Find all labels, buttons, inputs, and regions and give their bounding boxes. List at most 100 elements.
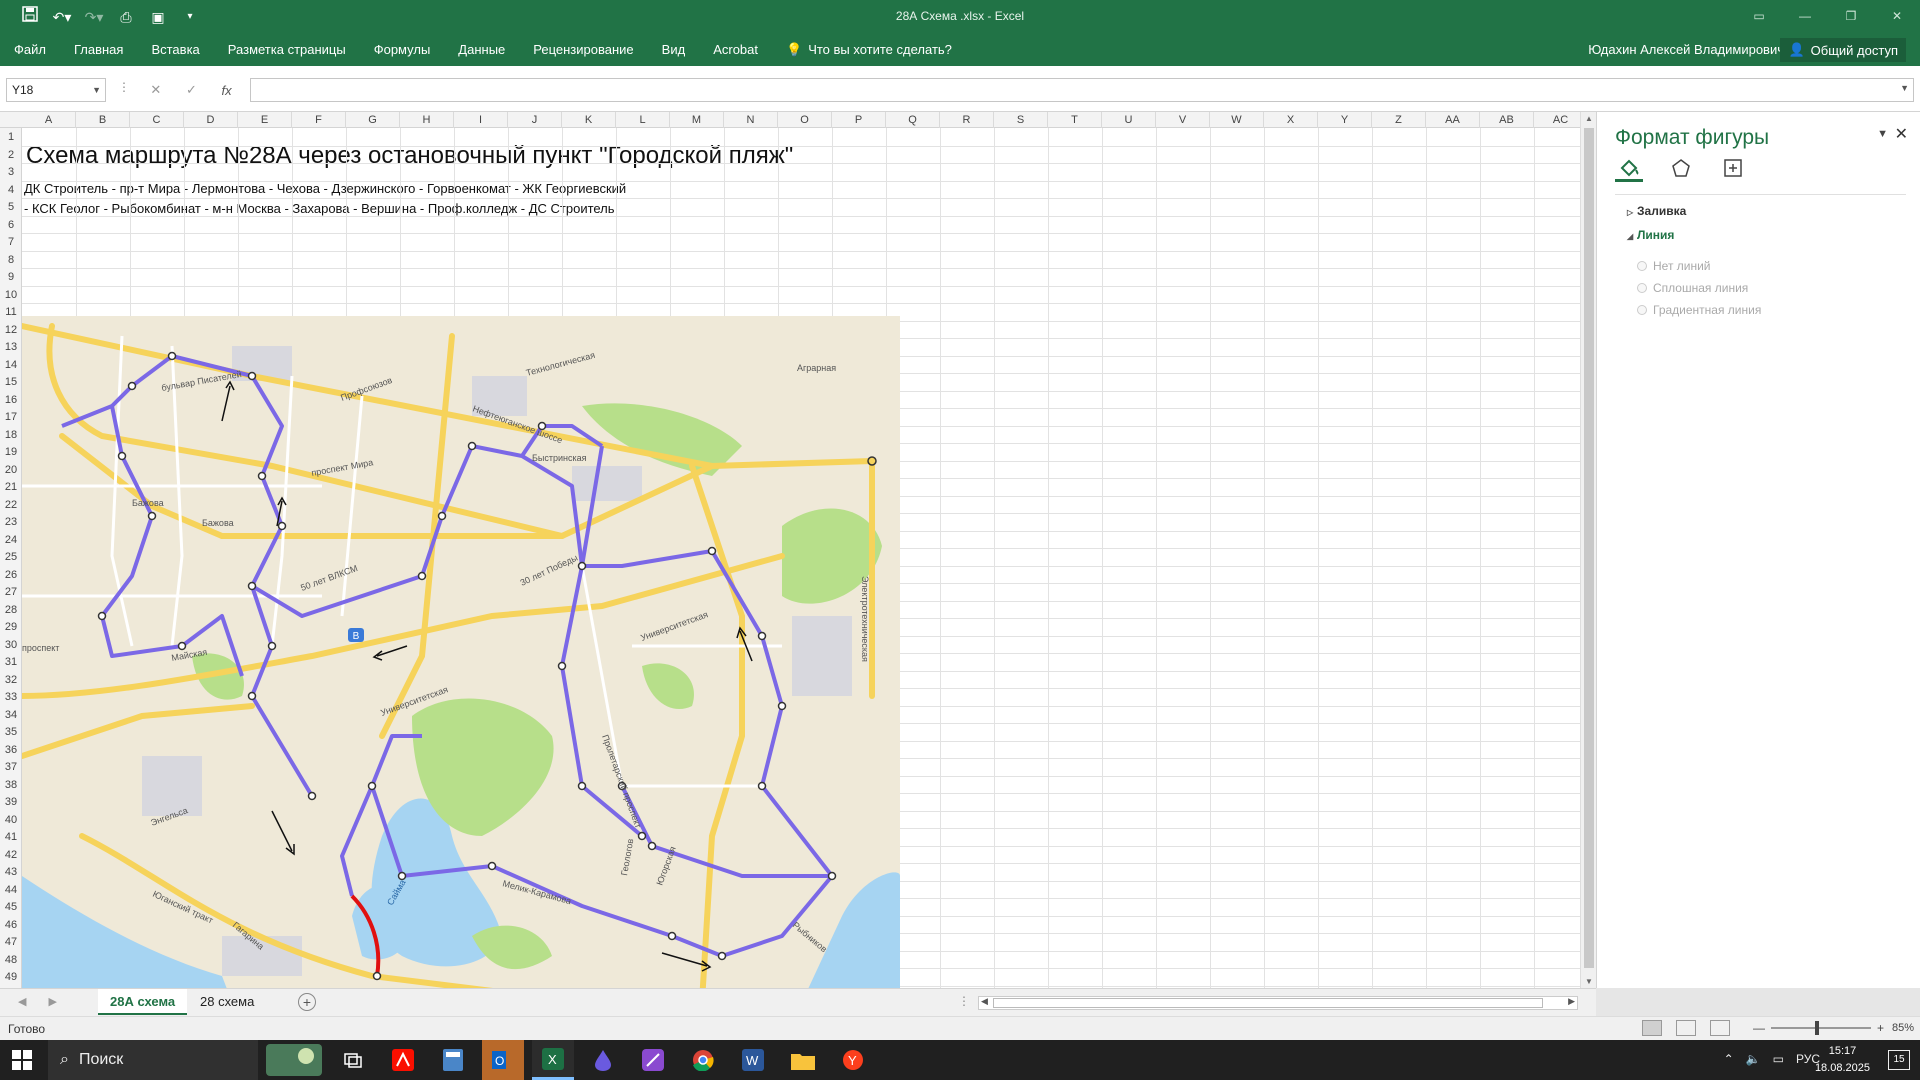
effects-icon[interactable] (1667, 154, 1695, 182)
column-header[interactable]: H (400, 112, 454, 128)
row-header[interactable]: 6 (0, 219, 22, 231)
column-header[interactable]: A (22, 112, 76, 128)
column-header[interactable]: O (778, 112, 832, 128)
user-name[interactable]: Юдахин Алексей Владимирович (1588, 34, 1784, 66)
volume-icon[interactable]: 🔈 (1746, 1052, 1761, 1066)
chevron-up-icon[interactable]: ⌃ (1724, 1052, 1734, 1066)
zoom-slider[interactable] (1770, 1021, 1871, 1035)
row-header[interactable]: 25 (0, 551, 22, 563)
column-header[interactable]: B (76, 112, 130, 128)
row-header[interactable]: 33 (0, 691, 22, 703)
pane-options-icon[interactable]: ▼ (1877, 128, 1888, 140)
row-header[interactable]: 44 (0, 884, 22, 896)
row-header[interactable]: 35 (0, 726, 22, 738)
horizontal-scrollbar[interactable]: ◀ ▶ (978, 996, 1578, 1010)
column-header[interactable]: K (562, 112, 616, 128)
column-header[interactable]: D (184, 112, 238, 128)
excel-app-icon[interactable]: X (532, 1040, 574, 1080)
fill-line-icon[interactable] (1615, 154, 1643, 182)
maximize-icon[interactable]: ❐ (1828, 0, 1874, 32)
row-header[interactable]: 11 (0, 306, 22, 318)
taskbar-clock[interactable]: 15:17 18.08.2025 (1815, 1043, 1870, 1077)
column-header[interactable]: U (1102, 112, 1156, 128)
row-header[interactable]: 34 (0, 709, 22, 721)
add-sheet-icon[interactable]: + (298, 993, 316, 1011)
column-header[interactable]: Y (1318, 112, 1372, 128)
insert-function-icon[interactable]: fx (222, 83, 232, 98)
section-line[interactable]: ◢ Линия (1627, 228, 1674, 242)
size-properties-icon[interactable] (1719, 154, 1747, 182)
minimize-icon[interactable]: — (1782, 0, 1828, 32)
cell-a2-route-part1[interactable]: ДК Строитель - пр-т Мира - Лермонтова - … (24, 181, 626, 196)
scroll-thumb[interactable] (1584, 128, 1594, 968)
row-header[interactable]: 22 (0, 499, 22, 511)
tab-formulas[interactable]: Формулы (360, 34, 445, 66)
option-no-line[interactable]: Нет линий (1637, 259, 1711, 273)
outlook-icon[interactable]: O (482, 1040, 524, 1080)
zoom-out-icon[interactable]: — (1753, 1021, 1765, 1035)
share-button[interactable]: 👤 Общий доступ (1780, 38, 1906, 62)
radio-gradient-line[interactable] (1637, 305, 1647, 315)
scroll-left-icon[interactable]: ◀ (981, 996, 988, 1007)
yandex-browser-icon[interactable]: Y (832, 1040, 874, 1080)
row-header[interactable]: 45 (0, 901, 22, 913)
column-header[interactable]: N (724, 112, 778, 128)
row-header[interactable]: 8 (0, 254, 22, 266)
ribbon-display-icon[interactable]: ▭ (1736, 0, 1782, 32)
column-header[interactable]: V (1156, 112, 1210, 128)
splitter-handle-icon[interactable]: ⋮ (958, 994, 970, 1008)
column-header[interactable]: X (1264, 112, 1318, 128)
tab-insert[interactable]: Вставка (137, 34, 213, 66)
row-header[interactable]: 2 (0, 149, 22, 161)
cancel-icon[interactable]: ✕ (150, 82, 161, 98)
column-header[interactable]: Z (1372, 112, 1426, 128)
row-header[interactable]: 38 (0, 779, 22, 791)
tab-data[interactable]: Данные (444, 34, 519, 66)
column-header[interactable]: AB (1480, 112, 1534, 128)
row-header[interactable]: 31 (0, 656, 22, 668)
row-header[interactable]: 46 (0, 919, 22, 931)
page-break-view-icon[interactable] (1710, 1020, 1730, 1036)
row-header[interactable]: 5 (0, 201, 22, 213)
scroll-up-icon[interactable]: ▲ (1581, 114, 1597, 123)
row-header[interactable]: 28 (0, 604, 22, 616)
row-headers[interactable]: 1 2 3 4 5 6 7 8 9 10 11 12 13 14 15 16 17 18 19 20 21 22 23 24 2… (0, 128, 22, 988)
tab-file[interactable]: Файл (0, 34, 60, 66)
row-header[interactable]: 17 (0, 411, 22, 423)
column-header[interactable]: L (616, 112, 670, 128)
radio-solid-line[interactable] (1637, 283, 1647, 293)
zoom-in-icon[interactable]: + (1877, 1021, 1884, 1035)
route-map-image[interactable]: В Технологическая Нефтеюганское шоссе Аг… (22, 316, 900, 1002)
row-header[interactable]: 1 (0, 131, 22, 143)
file-explorer-icon[interactable] (782, 1040, 824, 1080)
row-header[interactable]: 42 (0, 849, 22, 861)
windows-start-icon[interactable] (12, 1050, 32, 1070)
row-header[interactable]: 9 (0, 271, 22, 283)
row-header[interactable]: 32 (0, 674, 22, 686)
worksheet-grid[interactable]: A B C D E F G H I J K L M N O P Q R S T U V W X Y Z AA AB AC 1234567… (0, 112, 1596, 1002)
tab-view[interactable]: Вид (648, 34, 700, 66)
horizontal-scroll-thumb[interactable] (993, 998, 1543, 1008)
drag-handle-icon[interactable]: ⋮ (118, 80, 130, 94)
task-view-icon[interactable] (332, 1040, 374, 1080)
option-gradient-line[interactable]: Градиентная линия (1637, 303, 1761, 317)
row-header[interactable]: 15 (0, 376, 22, 388)
cell-a3-route-part2[interactable]: - КСК Геолог - Рыбокомбинат - м-н Москва… (24, 201, 615, 216)
section-fill[interactable]: ▷ Заливка (1627, 204, 1686, 218)
row-header[interactable]: 19 (0, 446, 22, 458)
tab-home[interactable]: Главная (60, 34, 137, 66)
vertical-scrollbar[interactable]: ▲ ▼ (1580, 112, 1596, 988)
zoom-percent[interactable]: 85% (1892, 1022, 1914, 1034)
column-header[interactable]: J (508, 112, 562, 128)
row-header[interactable]: 36 (0, 744, 22, 756)
taskbar-search[interactable]: ⌕ Поиск (48, 1040, 258, 1080)
radio-no-line[interactable] (1637, 261, 1647, 271)
row-header[interactable]: 20 (0, 464, 22, 476)
chevron-down-icon[interactable]: ▼ (92, 79, 101, 101)
row-header[interactable]: 14 (0, 359, 22, 371)
row-header[interactable]: 40 (0, 814, 22, 826)
tell-me-search[interactable]: 💡 Что вы хотите сделать? (772, 34, 966, 66)
next-sheet-icon[interactable]: ▶ (48, 995, 56, 1008)
close-icon[interactable]: ✕ (1874, 0, 1920, 32)
prev-sheet-icon[interactable]: ◀ (18, 995, 26, 1008)
